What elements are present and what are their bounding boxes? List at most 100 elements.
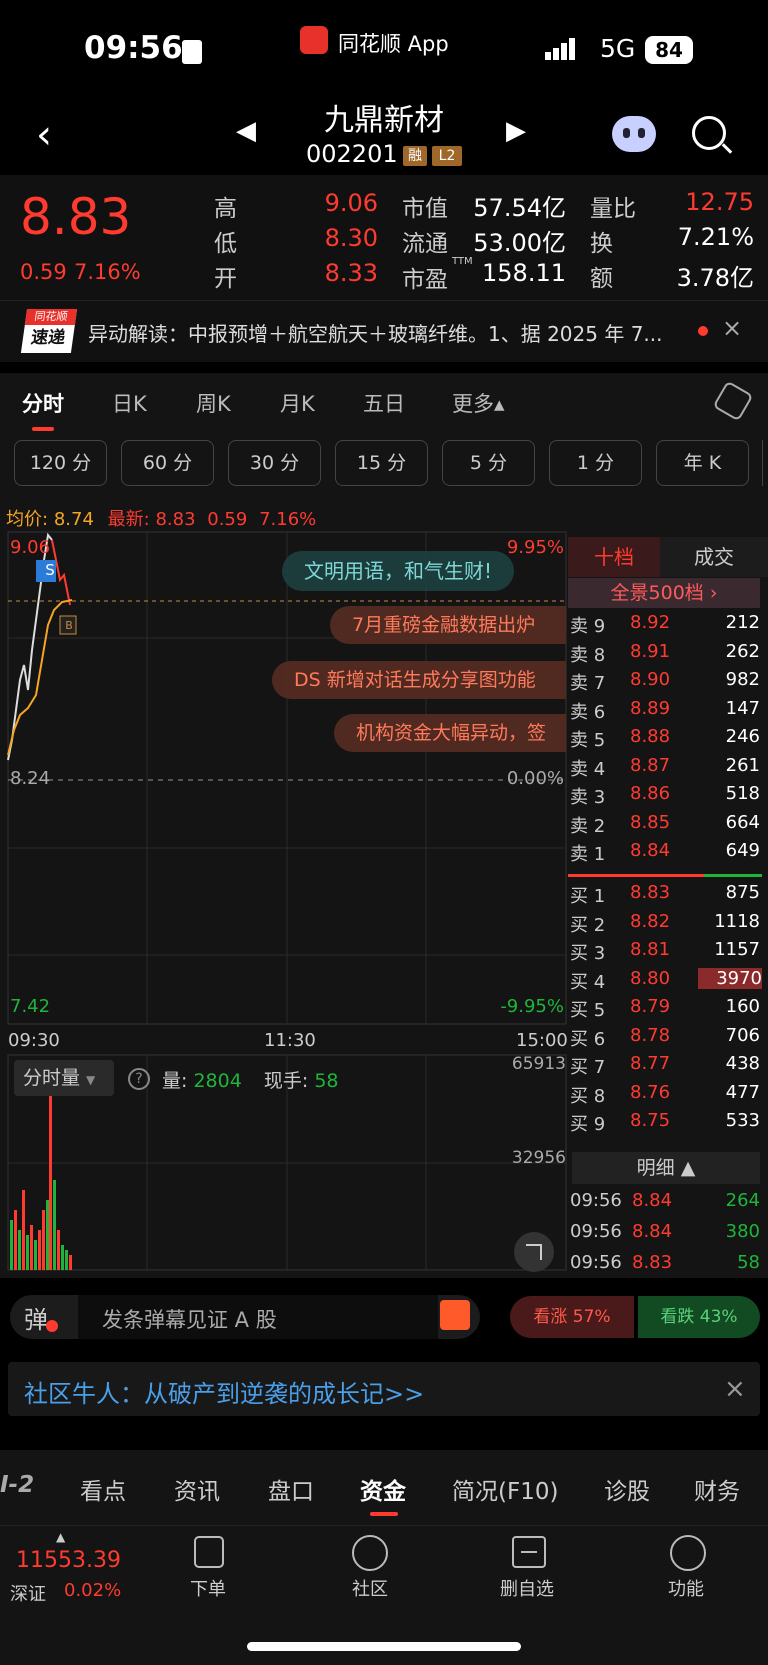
y-bot-pct: -9.95%	[500, 996, 564, 1017]
trade-row: 09:56 8.84 380	[570, 1221, 760, 1242]
y-top-price: 9.06	[10, 537, 51, 558]
nav-active-indicator	[370, 1512, 398, 1516]
y-mid-price: 8.24	[10, 768, 51, 789]
danmaku-placeholder[interactable]: 发条弹幕见证 A 股	[102, 1304, 277, 1334]
ask-list: 卖 9 8.92 212 卖 8 8.91 262 卖 7 8.90 982 卖 6 8.89…	[570, 612, 762, 869]
amount-value: 3.78亿	[676, 264, 754, 292]
tab-five-day[interactable]: 五日	[363, 388, 405, 418]
nav-news[interactable]: 资讯	[174, 1472, 220, 1506]
interval-120m[interactable]: 120 分	[14, 440, 107, 486]
turnover-label: 换	[590, 231, 613, 257]
nav-f10[interactable]: 简况(F10)	[452, 1472, 558, 1506]
news-text[interactable]: 异动解读：中报预增＋航空航天＋玻璃纤维。1、据 2025 年 7...	[88, 318, 678, 347]
nav-diagnosis[interactable]: 诊股	[604, 1472, 650, 1506]
robot-assistant-icon[interactable]	[612, 116, 656, 152]
chat-bubble-ds[interactable]: DS 新增对话生成分享图功能	[272, 661, 566, 699]
app-logo-icon	[300, 26, 328, 54]
tab-intraday[interactable]: 分时	[22, 388, 64, 418]
community-banner-text[interactable]: 社区牛人：从破产到逆袭的成长记>>	[24, 1374, 424, 1409]
bid-ask-ratio-bar	[568, 874, 762, 877]
low-label: 低	[214, 231, 237, 257]
help-icon[interactable]: ?	[128, 1068, 150, 1090]
function-label[interactable]: 功能	[668, 1575, 704, 1601]
trade-row: 09:56 8.84 264	[570, 1190, 760, 1211]
y-mid-pct: 0.00%	[506, 768, 564, 789]
mcap-value: 57.54亿	[473, 194, 566, 222]
tab-monthly-k[interactable]: 月K	[280, 388, 315, 418]
chart-info-line: 均价: 8.74 最新: 8.83 0.59 7.16%	[6, 509, 317, 530]
open-label: 开	[214, 266, 237, 292]
volume-max: 65913	[511, 1054, 566, 1074]
index-name: 深证	[10, 1584, 46, 1605]
close-news-icon[interactable]: ×	[722, 314, 742, 342]
float-value: 53.00亿	[473, 229, 566, 257]
index-value[interactable]: 11553.39	[16, 1548, 121, 1573]
nav-finance[interactable]: 财务	[694, 1472, 740, 1506]
tab-weekly-k[interactable]: 周K	[196, 388, 231, 418]
time-end: 15:00	[516, 1030, 568, 1051]
network-type: 5G	[600, 34, 636, 63]
tab-ten-levels[interactable]: 十档	[568, 537, 660, 577]
pe-value: 158.11	[482, 259, 566, 287]
pe-ttm-sup: TTM	[452, 256, 473, 267]
function-menu-icon[interactable]	[670, 1535, 706, 1571]
close-banner-icon[interactable]: ×	[724, 1374, 746, 1404]
ask-row: 卖 7 8.90 982	[570, 669, 760, 694]
level2-tag: L2	[432, 146, 462, 166]
remove-watch-icon[interactable]	[512, 1536, 546, 1568]
tab-trades[interactable]: 成交	[676, 537, 752, 577]
danmaku-icon[interactable]: 弹	[24, 1300, 48, 1335]
chat-bubble-finance[interactable]: 7月重磅金融数据出炉	[330, 606, 566, 644]
bullish-vote-button[interactable]: 看涨 57%	[510, 1296, 634, 1338]
pe-label: 市盈	[402, 267, 448, 293]
bearish-vote-button[interactable]: 看跌 43%	[638, 1296, 760, 1338]
nav-highlights[interactable]: 看点	[80, 1472, 126, 1506]
time-mid: 11:30	[264, 1030, 316, 1051]
interval-15m[interactable]: 15 分	[335, 440, 428, 486]
current-price: 8.83	[20, 188, 132, 246]
tab-more[interactable]: 更多▴	[452, 388, 505, 418]
index-up-arrow-icon: ▲	[56, 1530, 66, 1544]
nav-prev-item[interactable]: I-2	[0, 1472, 34, 1498]
detail-header[interactable]: 明细 ▲	[572, 1152, 760, 1184]
buy-marker-b: B	[65, 619, 73, 632]
fullscreen-icon[interactable]	[514, 1232, 554, 1272]
price-change-pct: 7.16%	[74, 260, 141, 284]
next-stock-icon[interactable]: ▶	[506, 116, 526, 146]
contact-icon	[182, 40, 202, 64]
stock-code: 002201	[306, 140, 398, 168]
interval-1m[interactable]: 1 分	[549, 440, 642, 486]
ask-row: 卖 3 8.86 518	[570, 783, 760, 808]
order-label[interactable]: 下单	[190, 1575, 226, 1601]
open-value: 8.33	[324, 259, 378, 287]
panorama-500-button[interactable]: 全景500档 ›	[568, 578, 760, 608]
order-icon[interactable]	[194, 1536, 224, 1568]
gift-icon[interactable]	[440, 1300, 470, 1330]
search-icon[interactable]	[692, 116, 733, 154]
tab-daily-k[interactable]: 日K	[112, 388, 147, 418]
nav-orderbook[interactable]: 盘口	[268, 1472, 314, 1506]
chat-bubble-civil[interactable]: 文明用语，和气生财!	[282, 551, 515, 591]
bid-row: 买 5 8.79 160	[570, 996, 760, 1021]
volume-type-dropdown[interactable]: 分时量 ▼	[14, 1060, 114, 1096]
interval-yearly[interactable]: 年 K	[656, 440, 749, 486]
interval-5m[interactable]: 5 分	[442, 440, 535, 486]
bid-row: 买 4 8.80 3970	[570, 967, 762, 993]
remove-watch-label[interactable]: 删自选	[500, 1575, 554, 1601]
mcap-label: 市值	[402, 196, 448, 222]
home-indicator[interactable]	[247, 1642, 521, 1651]
interval-60m[interactable]: 60 分	[121, 440, 214, 486]
ask-row: 卖 2 8.85 664	[570, 811, 760, 837]
float-label: 流通	[402, 231, 448, 257]
price-change: 0.59	[20, 260, 67, 284]
chat-bubble-inst[interactable]: 机构资金大幅异动，签	[334, 714, 566, 752]
ask-row: 卖 9 8.92 212	[570, 612, 760, 637]
community-label[interactable]: 社区	[352, 1575, 388, 1601]
news-logo: 同花顺 速递	[20, 309, 78, 353]
community-icon[interactable]	[352, 1535, 388, 1571]
high-label: 高	[214, 196, 237, 222]
nav-capital[interactable]: 资金	[360, 1472, 406, 1506]
active-tab-indicator	[32, 427, 54, 431]
volume-info: 量: 2804 现手: 58	[162, 1070, 339, 1092]
interval-30m[interactable]: 30 分	[228, 440, 321, 486]
